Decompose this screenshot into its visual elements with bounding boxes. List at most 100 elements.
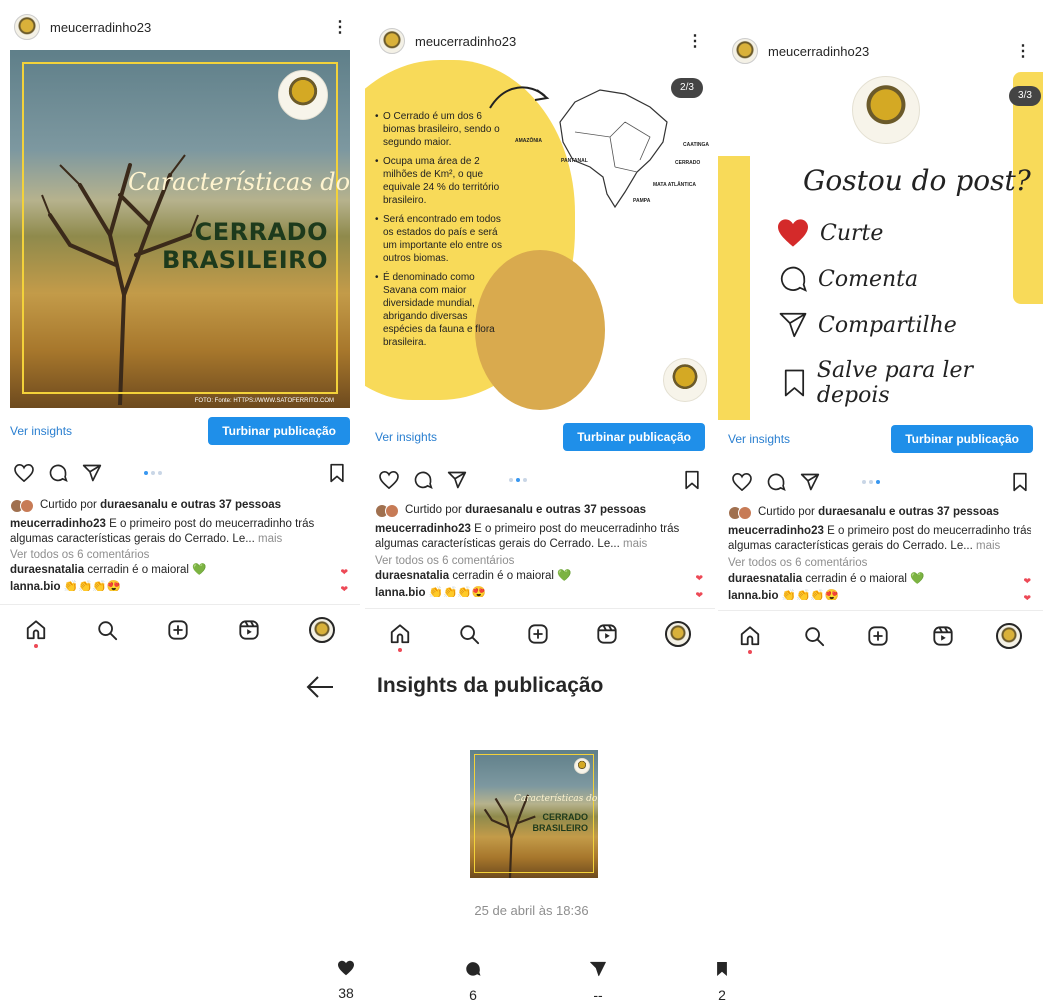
boost-post-button[interactable]: Turbinar publicação bbox=[563, 423, 705, 451]
comment-like-icon[interactable]: ❤ bbox=[695, 571, 703, 584]
stat-comments: 6 bbox=[453, 960, 493, 1003]
thumb-title-1: CERRADO bbox=[542, 812, 588, 822]
post-username[interactable]: meucerradinho23 bbox=[768, 44, 1015, 59]
view-comments-link[interactable]: Ver todos os 6 comentários bbox=[375, 554, 703, 569]
caption-more-link[interactable]: mais bbox=[976, 540, 1000, 552]
likes-others[interactable]: outras 37 pessoas bbox=[899, 505, 999, 520]
post-image-slide-1[interactable]: Características do CERRADO BRASILEIRO FO… bbox=[10, 50, 350, 408]
bookmark-icon bbox=[784, 369, 805, 397]
logo-badge bbox=[852, 76, 920, 144]
heart-icon[interactable] bbox=[14, 464, 34, 482]
post-thumbnail[interactable]: Características do CERRADO BRASILEIRO bbox=[470, 750, 598, 878]
more-options-icon[interactable]: ⋮ bbox=[332, 17, 348, 37]
profile-avatar[interactable] bbox=[732, 38, 758, 64]
heart-icon[interactable] bbox=[379, 471, 399, 489]
view-comments-link[interactable]: Ver todos os 6 comentários bbox=[10, 548, 348, 563]
post-image-slide-3[interactable]: 3/3 Gostou do post? Curte Comenta Compar… bbox=[718, 72, 1043, 420]
search-icon[interactable] bbox=[458, 623, 480, 645]
reels-icon[interactable] bbox=[932, 625, 954, 647]
plus-square-icon[interactable] bbox=[867, 625, 889, 647]
caption-username[interactable]: meucerradinho23 bbox=[728, 525, 824, 537]
plus-square-icon[interactable] bbox=[527, 623, 549, 645]
plus-square-icon[interactable] bbox=[167, 619, 189, 641]
post-image-slide-2[interactable]: O Cerrado é um dos 6 biomas brasileiro, … bbox=[365, 60, 715, 412]
comment-username[interactable]: duraesnatalia bbox=[375, 570, 449, 582]
home-icon[interactable] bbox=[389, 623, 411, 652]
comment-text: cerradin é o maioral 💚 bbox=[452, 570, 572, 582]
comment-icon[interactable] bbox=[766, 472, 786, 492]
view-insights-link[interactable]: Ver insights bbox=[728, 432, 790, 446]
likes-user[interactable]: duraesanalu bbox=[100, 498, 168, 513]
comment-like-icon[interactable]: ❤ bbox=[1023, 591, 1031, 600]
comment-like-icon[interactable]: ❤ bbox=[1023, 574, 1031, 587]
comment-item: lanna.bio 👏👏👏😍 ❤ bbox=[728, 589, 1031, 600]
comment-item: duraesnatalia cerradin é o maioral 💚 ❤ bbox=[728, 572, 1031, 587]
view-insights-link[interactable]: Ver insights bbox=[10, 424, 72, 438]
comment-like-icon[interactable]: ❤ bbox=[340, 565, 348, 578]
caption-more-link[interactable]: mais bbox=[258, 533, 282, 545]
bookmark-icon[interactable] bbox=[328, 463, 346, 483]
post-actions bbox=[0, 456, 360, 490]
caption-line-1: meucerradinho23 E o primeiro post do meu… bbox=[10, 517, 348, 532]
comment-username[interactable]: duraesnatalia bbox=[728, 573, 802, 585]
boost-post-button[interactable]: Turbinar publicação bbox=[208, 417, 350, 445]
search-icon[interactable] bbox=[803, 625, 825, 647]
home-icon[interactable] bbox=[25, 619, 47, 648]
profile-nav-avatar[interactable] bbox=[995, 622, 1022, 649]
paper-plane-icon[interactable] bbox=[800, 472, 820, 492]
cta-comment: Comenta bbox=[778, 264, 918, 294]
likes-summary[interactable]: Curtido por duraesanalu e outras 37 pess… bbox=[375, 503, 703, 518]
bottom-nav bbox=[718, 610, 1043, 660]
logo-badge bbox=[278, 70, 328, 120]
profile-nav-avatar[interactable] bbox=[665, 620, 692, 647]
boost-post-button[interactable]: Turbinar publicação bbox=[891, 425, 1033, 453]
comment-icon[interactable] bbox=[413, 470, 433, 490]
more-options-icon[interactable]: ⋮ bbox=[687, 31, 703, 51]
back-arrow-icon[interactable] bbox=[305, 674, 335, 705]
comment-username[interactable]: lanna.bio bbox=[10, 581, 60, 591]
caption-username[interactable]: meucerradinho23 bbox=[10, 518, 106, 530]
profile-avatar[interactable] bbox=[14, 14, 40, 40]
reels-icon[interactable] bbox=[596, 623, 618, 645]
likes-user[interactable]: duraesanalu bbox=[465, 503, 533, 518]
view-insights-link[interactable]: Ver insights bbox=[375, 430, 437, 444]
comment-username[interactable]: lanna.bio bbox=[728, 590, 778, 600]
reels-icon[interactable] bbox=[238, 619, 260, 641]
likes-summary[interactable]: Curtido por duraesanalu e outras 37 pess… bbox=[10, 498, 348, 513]
slide-title-line-2: BRASILEIRO bbox=[161, 246, 328, 274]
home-icon[interactable] bbox=[739, 625, 761, 654]
post-username[interactable]: meucerradinho23 bbox=[50, 20, 332, 35]
likes-user[interactable]: duraesanalu bbox=[818, 505, 886, 520]
search-icon[interactable] bbox=[96, 619, 118, 641]
insights-row: Ver insights Turbinar publicação bbox=[365, 418, 715, 456]
profile-nav-avatar[interactable] bbox=[309, 616, 336, 643]
likes-others[interactable]: outras 37 pessoas bbox=[181, 498, 281, 513]
heart-icon[interactable] bbox=[732, 473, 752, 491]
likes-others[interactable]: outras 37 pessoas bbox=[546, 503, 646, 518]
bookmark-icon[interactable] bbox=[1011, 472, 1029, 492]
comment-like-icon[interactable]: ❤ bbox=[695, 588, 703, 597]
paper-plane-icon[interactable] bbox=[447, 470, 467, 490]
paper-plane-icon[interactable] bbox=[82, 463, 102, 483]
post-username[interactable]: meucerradinho23 bbox=[415, 34, 687, 49]
profile-avatar[interactable] bbox=[379, 28, 405, 54]
stat-comments-value: 6 bbox=[469, 987, 477, 1003]
comment-text: 👏👏👏😍 bbox=[63, 581, 121, 591]
comment-icon[interactable] bbox=[48, 463, 68, 483]
fact-item: Será encontrado em todos os estados do p… bbox=[375, 213, 507, 265]
comment-username[interactable]: duraesnatalia bbox=[10, 564, 84, 576]
caption-more-link[interactable]: mais bbox=[623, 538, 647, 550]
comment-like-icon[interactable]: ❤ bbox=[340, 582, 348, 591]
caption-username[interactable]: meucerradinho23 bbox=[375, 523, 471, 535]
view-comments-link[interactable]: Ver todos os 6 comentários bbox=[728, 556, 1031, 571]
facts-list: O Cerrado é um dos 6 biomas brasileiro, … bbox=[375, 110, 507, 355]
more-options-icon[interactable]: ⋮ bbox=[1015, 41, 1031, 61]
likes-summary[interactable]: Curtido por duraesanalu e outras 37 pess… bbox=[728, 505, 1031, 520]
insights-row: Ver insights Turbinar publicação bbox=[718, 420, 1043, 458]
paper-plane-icon bbox=[779, 312, 807, 338]
comment-username[interactable]: lanna.bio bbox=[375, 587, 425, 597]
stat-shares: -- bbox=[578, 960, 618, 1003]
cta-like-label: Curte bbox=[820, 220, 884, 246]
bookmark-icon[interactable] bbox=[683, 470, 701, 490]
logo-badge bbox=[663, 358, 707, 402]
